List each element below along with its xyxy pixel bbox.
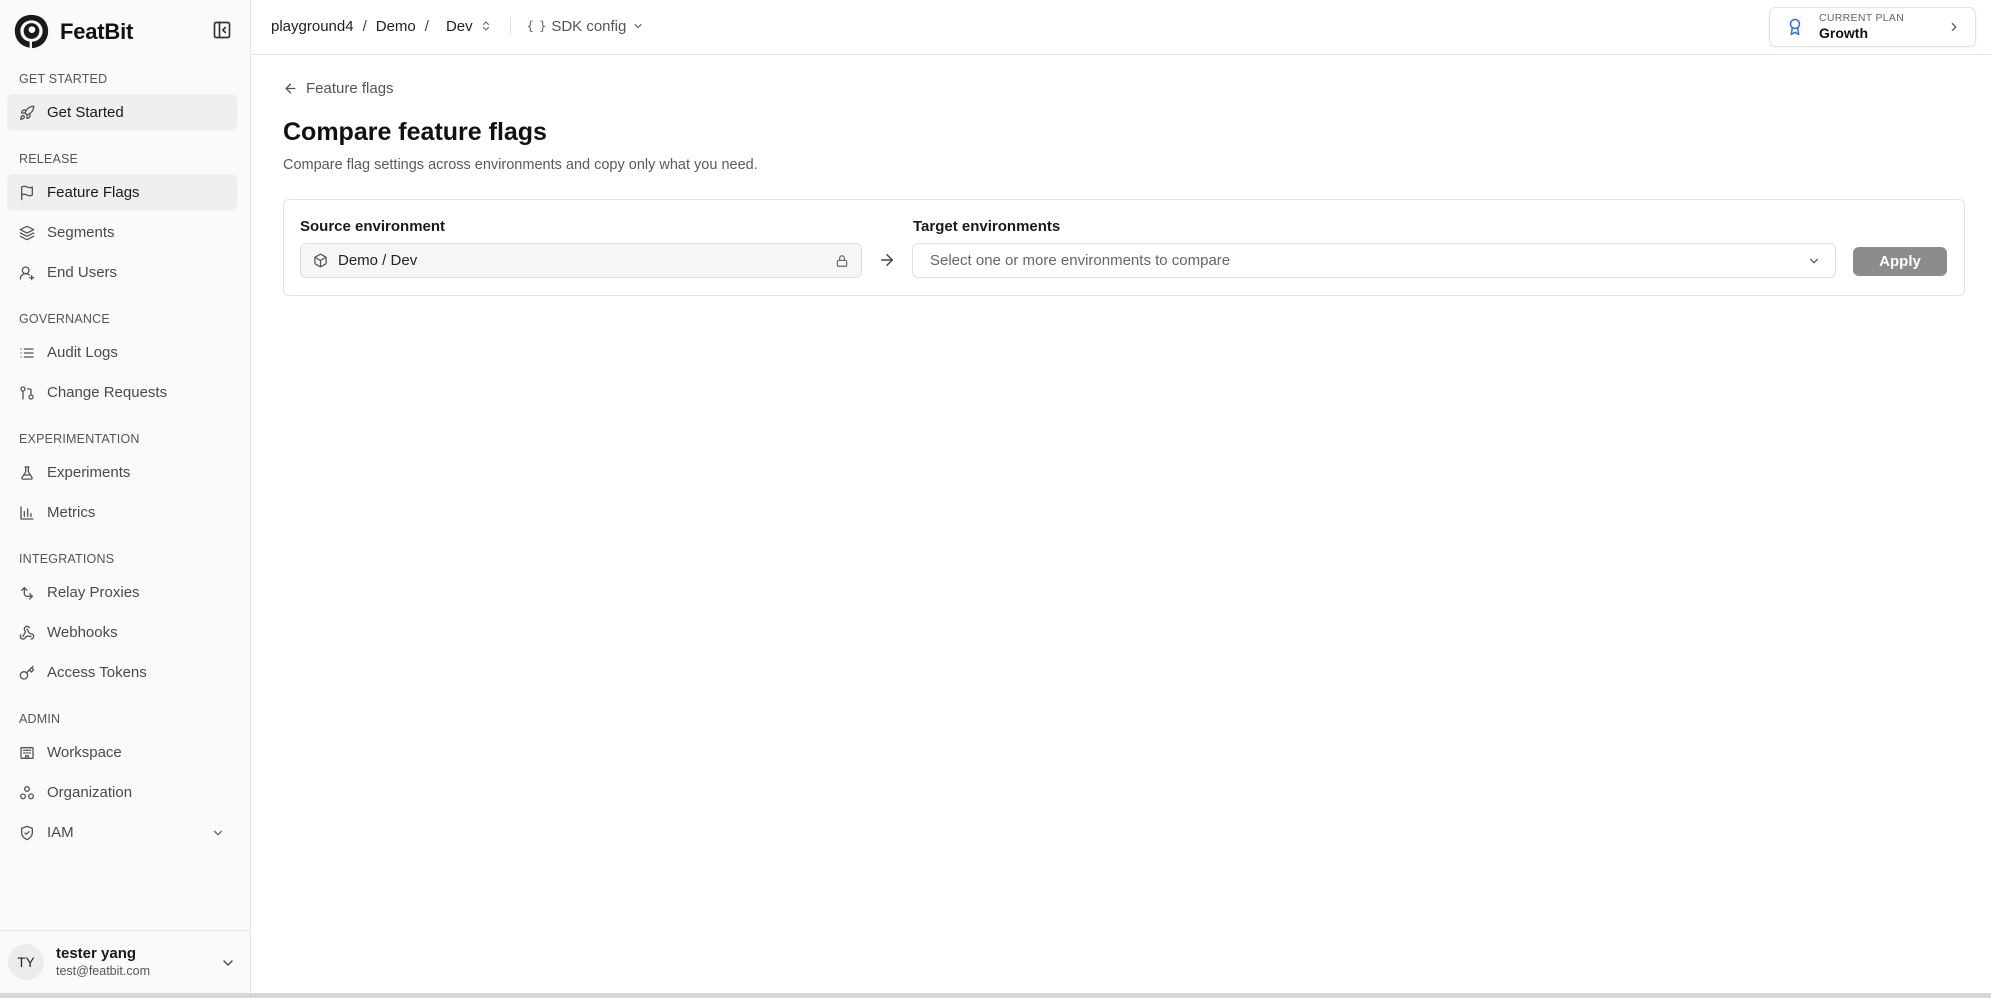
featbit-logo-icon xyxy=(14,14,49,49)
compare-card: Source environment Demo / Dev Target env… xyxy=(283,199,1965,296)
braces-icon: { } xyxy=(526,19,547,33)
user-icon xyxy=(19,265,35,280)
breadcrumb-separator: / xyxy=(424,17,429,35)
chevron-down-icon xyxy=(634,23,642,29)
user-info: tester yang test@featbit.com xyxy=(56,945,150,980)
sidebar-item-label: End Users xyxy=(47,264,118,281)
sidebar-item-organization[interactable]: Organization xyxy=(7,774,237,811)
sidebar-item-get-started[interactable]: Get Started xyxy=(7,94,237,131)
sidebar-item-metrics[interactable]: Metrics xyxy=(7,494,237,531)
sidebar-item-label: Feature Flags xyxy=(47,184,140,201)
source-environment-value: Demo / Dev xyxy=(338,252,418,269)
sidebar-item-label: Relay Proxies xyxy=(47,584,140,601)
breadcrumb-project[interactable]: Demo xyxy=(376,18,416,35)
arrow-left-icon xyxy=(285,83,296,94)
sidebar-item-access-tokens[interactable]: Access Tokens xyxy=(7,654,237,691)
target-environments-select[interactable]: Select one or more environments to compa… xyxy=(912,243,1836,278)
sidebar-item-label: Metrics xyxy=(47,504,96,521)
arrow-right-icon xyxy=(881,254,893,266)
sidebar-item-change-requests[interactable]: Change Requests xyxy=(7,374,237,411)
plan-value: Growth xyxy=(1819,25,1868,41)
breadcrumb: playground4 / Demo / Dev { } SDK config xyxy=(271,17,644,35)
sidebar-item-workspace[interactable]: Workspace xyxy=(7,734,237,771)
breadcrumb-workspace[interactable]: playground4 xyxy=(271,18,354,35)
sidebar-item-label: Access Tokens xyxy=(47,664,147,681)
chevrons-up-down-icon xyxy=(482,21,489,31)
award-icon xyxy=(1789,18,1801,36)
section-title-experimentation: EXPERIMENTATION xyxy=(19,432,140,446)
sidebar-item-iam[interactable]: IAM xyxy=(7,814,237,851)
relay-icon xyxy=(21,586,33,600)
sidebar-item-relay-proxies[interactable]: Relay Proxies xyxy=(7,574,237,611)
plan-text: CURRENT PLAN Growth xyxy=(1819,12,1904,42)
git-pull-request-icon xyxy=(20,385,34,400)
apply-button[interactable]: Apply xyxy=(1853,247,1947,276)
sidebar-item-feature-flags[interactable]: Feature Flags xyxy=(7,174,237,211)
logo[interactable]: FeatBit xyxy=(13,13,133,50)
sidebar-item-label: Get Started xyxy=(47,104,124,121)
sidebar: FeatBit GET STARTED Get Started RELEASE … xyxy=(0,0,251,993)
sdk-config-button[interactable]: { } SDK config xyxy=(527,18,645,35)
organization-icon xyxy=(20,785,34,799)
user-menu[interactable]: TY tester yang test@featbit.com xyxy=(0,930,251,993)
chevron-down-icon xyxy=(223,960,233,966)
sidebar-item-label: Change Requests xyxy=(47,384,168,401)
breadcrumb-separator: / xyxy=(362,17,367,35)
bar-chart-icon xyxy=(20,505,34,520)
section-title-release: RELEASE xyxy=(19,152,79,166)
section-title-get-started: GET STARTED xyxy=(19,72,108,86)
building-icon xyxy=(20,746,34,759)
sidebar-item-label: Audit Logs xyxy=(47,344,118,361)
sidebar-toggle-icon[interactable] xyxy=(212,20,232,40)
flag-icon xyxy=(21,185,33,200)
sidebar-item-end-users[interactable]: End Users xyxy=(7,254,237,291)
sidebar-item-label: Workspace xyxy=(47,744,122,761)
user-name: tester yang xyxy=(56,944,137,962)
page-title: Compare feature flags xyxy=(283,118,547,146)
plan-label: CURRENT PLAN xyxy=(1819,12,1905,24)
key-icon xyxy=(19,665,35,680)
page-subtitle: Compare flag settings across environment… xyxy=(283,157,758,173)
window-bottom-edge xyxy=(0,993,1991,998)
chevron-down-icon xyxy=(213,830,223,835)
sidebar-item-label: IAM xyxy=(47,824,74,841)
chevron-right-icon xyxy=(1951,22,1957,32)
avatar: TY xyxy=(8,944,44,980)
sidebar-item-experiments[interactable]: Experiments xyxy=(7,454,237,491)
divider xyxy=(509,17,511,35)
webhook-icon xyxy=(19,625,35,640)
box-icon xyxy=(314,253,327,268)
section-title-admin: ADMIN xyxy=(19,712,61,726)
breadcrumb-environment: Dev xyxy=(445,17,473,35)
sidebar-item-label: Segments xyxy=(47,224,115,241)
chevron-down-icon xyxy=(1809,258,1819,263)
topbar: playground4 / Demo / Dev { } SDK config … xyxy=(251,0,1991,55)
flask-icon xyxy=(21,465,33,480)
source-environment-field: Demo / Dev xyxy=(300,243,862,278)
sidebar-item-label: Experiments xyxy=(47,464,131,481)
list-icon xyxy=(20,347,34,358)
back-link-label: Feature flags xyxy=(306,80,394,97)
target-environments-placeholder: Select one or more environments to compa… xyxy=(930,252,1231,269)
section-title-governance: GOVERNANCE xyxy=(19,312,110,326)
sidebar-item-audit-logs[interactable]: Audit Logs xyxy=(7,334,237,371)
environment-switcher[interactable]: Dev xyxy=(446,18,492,35)
app-name: FeatBit xyxy=(60,18,134,44)
layers-icon xyxy=(19,225,35,240)
user-email: test@featbit.com xyxy=(56,963,150,978)
section-title-integrations: INTEGRATIONS xyxy=(19,552,115,566)
current-plan-button[interactable]: CURRENT PLAN Growth xyxy=(1769,7,1976,47)
sidebar-item-webhooks[interactable]: Webhooks xyxy=(7,614,237,651)
lock-icon xyxy=(836,254,848,267)
target-environments-label: Target environments xyxy=(913,218,1061,235)
rocket-icon xyxy=(20,105,35,120)
back-to-feature-flags-link[interactable]: Feature flags xyxy=(283,80,394,97)
sidebar-item-segments[interactable]: Segments xyxy=(7,214,237,251)
sidebar-item-label: Webhooks xyxy=(47,624,118,641)
sdk-config-label: SDK config xyxy=(551,17,627,35)
sidebar-item-label: Organization xyxy=(47,784,133,801)
shield-icon xyxy=(21,825,33,840)
source-environment-label: Source environment xyxy=(300,218,446,235)
